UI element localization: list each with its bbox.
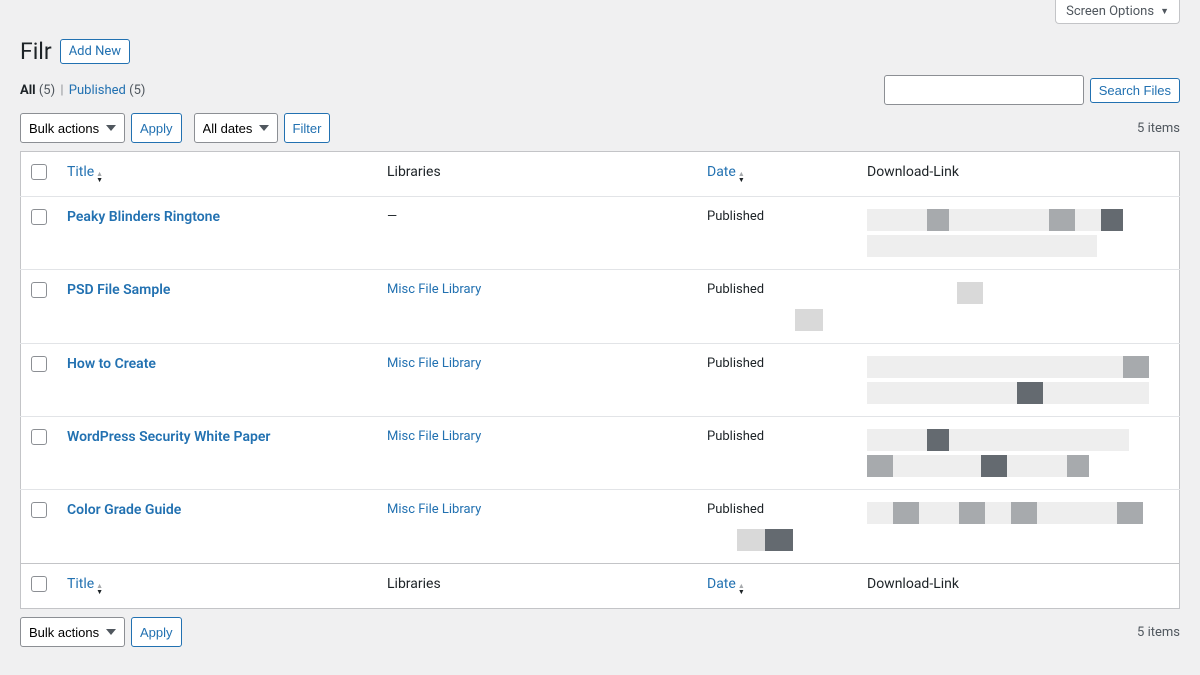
redacted-content <box>707 309 847 331</box>
row-checkbox[interactable] <box>31 282 47 298</box>
row-checkbox[interactable] <box>31 429 47 445</box>
row-checkbox[interactable] <box>31 356 47 372</box>
row-title-link[interactable]: WordPress Security White Paper <box>67 429 270 445</box>
table-row: PSD File Sample Misc File Library Publishe… <box>21 270 1180 344</box>
library-link[interactable]: Misc File Library <box>387 356 481 371</box>
row-title-link[interactable]: Peaky Blinders Ringtone <box>67 209 220 225</box>
view-all-count: (5) <box>39 83 55 98</box>
view-published-count: (5) <box>129 83 145 98</box>
view-published-link[interactable]: Published <box>69 83 126 98</box>
row-title-link[interactable]: Color Grade Guide <box>67 502 181 518</box>
redacted-download-link <box>867 282 1169 304</box>
row-status: Published <box>707 502 847 517</box>
redacted-download-link <box>867 429 1169 477</box>
row-checkbox[interactable] <box>31 502 47 518</box>
bulk-actions-select-bottom[interactable]: Bulk actions <box>20 617 125 647</box>
files-table: Title▲▼ Libraries Date▲▼ Download-Link P… <box>20 151 1180 609</box>
column-download-link-header: Download-Link <box>857 152 1180 197</box>
library-link[interactable]: Misc File Library <box>387 282 481 297</box>
select-all-bottom[interactable] <box>31 576 47 592</box>
row-status: Published <box>707 282 847 297</box>
sort-icon: ▲▼ <box>738 171 745 183</box>
filter-button[interactable]: Filter <box>284 113 331 143</box>
table-row: WordPress Security White Paper Misc File … <box>21 417 1180 490</box>
chevron-down-icon: ▼ <box>1160 6 1169 17</box>
library-text: — <box>387 209 397 224</box>
column-date-footer[interactable]: Date▲▼ <box>707 576 745 592</box>
sort-icon: ▲▼ <box>738 583 745 595</box>
search-input[interactable] <box>884 75 1084 105</box>
apply-button-bottom[interactable]: Apply <box>131 617 182 647</box>
column-download-link-footer: Download-Link <box>857 564 1180 609</box>
table-row: Color Grade Guide Misc File Library Publis… <box>21 490 1180 564</box>
view-all-label: All <box>20 83 36 98</box>
screen-options-label: Screen Options <box>1066 4 1154 19</box>
sort-icon: ▲▼ <box>96 171 103 183</box>
redacted-download-link <box>867 209 1169 257</box>
column-title-footer[interactable]: Title▲▼ <box>67 576 103 592</box>
sort-icon: ▲▼ <box>96 583 103 595</box>
table-row: Peaky Blinders Ringtone — Published <box>21 197 1180 270</box>
column-libraries-header: Libraries <box>377 152 697 197</box>
bulk-actions-select-top[interactable]: Bulk actions <box>20 113 125 143</box>
redacted-content <box>707 529 847 551</box>
row-checkbox[interactable] <box>31 209 47 225</box>
screen-options-button[interactable]: Screen Options ▼ <box>1055 0 1180 24</box>
table-row: How to Create Misc File Library Published <box>21 344 1180 417</box>
views-separator: | <box>58 83 68 98</box>
select-all-top[interactable] <box>31 164 47 180</box>
row-title-link[interactable]: How to Create <box>67 356 156 372</box>
view-filters: All (5) | Published (5) <box>20 83 145 98</box>
column-title-header[interactable]: Title▲▼ <box>67 164 103 180</box>
row-status: Published <box>707 356 847 371</box>
search-files-button[interactable]: Search Files <box>1090 78 1180 103</box>
column-libraries-footer: Libraries <box>377 564 697 609</box>
library-link[interactable]: Misc File Library <box>387 502 481 517</box>
library-link[interactable]: Misc File Library <box>387 429 481 444</box>
page-title: Filr <box>20 38 52 65</box>
row-status: Published <box>707 209 847 224</box>
items-count-bottom: 5 items <box>1137 625 1180 640</box>
redacted-download-link <box>867 356 1169 404</box>
date-filter-select[interactable]: All dates <box>194 113 278 143</box>
row-status: Published <box>707 429 847 444</box>
column-date-header[interactable]: Date▲▼ <box>707 164 745 180</box>
apply-button-top[interactable]: Apply <box>131 113 182 143</box>
add-new-button[interactable]: Add New <box>60 39 130 64</box>
redacted-download-link <box>867 502 1169 524</box>
row-title-link[interactable]: PSD File Sample <box>67 282 170 298</box>
items-count-top: 5 items <box>1137 121 1180 136</box>
